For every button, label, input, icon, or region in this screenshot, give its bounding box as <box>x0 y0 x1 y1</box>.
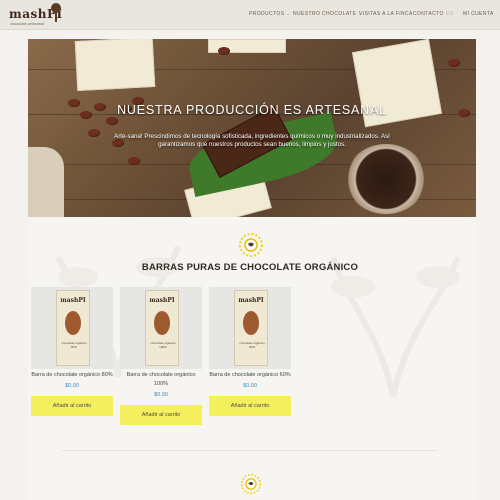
logo-tagline: chocolate artesanal <box>10 22 45 26</box>
nav-visitas[interactable]: VISITAS A LA FINCA <box>359 11 413 17</box>
decorative-leaves <box>330 255 461 397</box>
cacao-pod-icon <box>154 311 170 335</box>
site-logo[interactable]: mashPI chocolate artesanal <box>9 3 63 28</box>
product-image[interactable]: mashPI chocolate orgánico 60% <box>209 287 291 369</box>
product-card: mashPI chocolate orgánico 80% Barra de c… <box>31 287 113 416</box>
package-brand: mashPI <box>60 297 86 304</box>
nav-nuestro-chocolate-label: NUESTRO CHOCOLATE <box>293 11 357 17</box>
hero-text: Arte-sana! Prescindimos de tecnología so… <box>114 133 390 148</box>
product-card: mashPI chocolate orgánico 100% Barra de … <box>120 287 202 425</box>
hero-title: NUESTRA PRODUCCIÓN ES ARTESANAL <box>117 103 387 117</box>
product-price: $0.00 <box>243 383 257 389</box>
product-image[interactable]: mashPI chocolate orgánico 80% <box>31 287 113 369</box>
cacao-pod-icon <box>65 311 81 335</box>
cloth-sack-image <box>28 147 64 217</box>
nav-contacto[interactable]: CONTACTO <box>413 11 444 17</box>
product-price: $0.00 <box>154 392 168 398</box>
product-price: $0.00 <box>65 383 79 389</box>
nav-productos[interactable]: PRODUCTOS ⌄ <box>249 11 290 17</box>
cacao-tree-logo-icon <box>51 3 61 22</box>
package-brand: mashPI <box>238 297 264 304</box>
product-image[interactable]: mashPI chocolate orgánico 100% <box>120 287 202 369</box>
nav-mi-cuenta[interactable]: MI CUENTA <box>463 11 494 17</box>
sun-flower-icon <box>239 233 263 257</box>
product-card: mashPI chocolate orgánico 60% Barra de c… <box>209 287 291 416</box>
nav-nuestro-chocolate[interactable]: NUESTRO CHOCOLATE ⌄ <box>293 11 362 17</box>
chevron-down-icon: ⌄ <box>286 11 291 16</box>
coffee-cup-image <box>346 144 426 214</box>
section-title: BARRAS PURAS DE CHOCOLATE ORGÁNICO <box>141 262 359 273</box>
add-to-cart-button[interactable]: Añadir al carrito <box>120 405 202 425</box>
add-to-cart-button[interactable]: Añadir al carrito <box>209 396 291 416</box>
package-label: chocolate orgánico 100% <box>150 341 176 349</box>
package-image <box>74 39 156 92</box>
package-label: chocolate orgánico 60% <box>239 341 265 349</box>
package-brand: mashPI <box>149 297 175 304</box>
package-label: chocolate orgánico 80% <box>61 341 87 349</box>
cacao-pod-icon <box>243 311 259 335</box>
product-name[interactable]: Barra de chocolate orgánico 60% <box>209 371 291 380</box>
product-name[interactable]: Barra de chocolate orgánico 80% <box>31 371 113 380</box>
product-name[interactable]: Barra de chocolate orgánico 100% <box>120 371 202 389</box>
language-switch[interactable]: ES <box>446 11 453 17</box>
add-to-cart-button[interactable]: Añadir al carrito <box>31 396 113 416</box>
site-header: mashPI chocolate artesanal PRODUCTOS ⌄ NU… <box>0 0 500 30</box>
nav-productos-label: PRODUCTOS <box>249 11 285 17</box>
section-divider <box>62 450 438 451</box>
hero-banner: NUESTRA PRODUCCIÓN ES ARTESANAL Arte-san… <box>28 39 476 217</box>
sun-flower-icon <box>240 473 262 495</box>
